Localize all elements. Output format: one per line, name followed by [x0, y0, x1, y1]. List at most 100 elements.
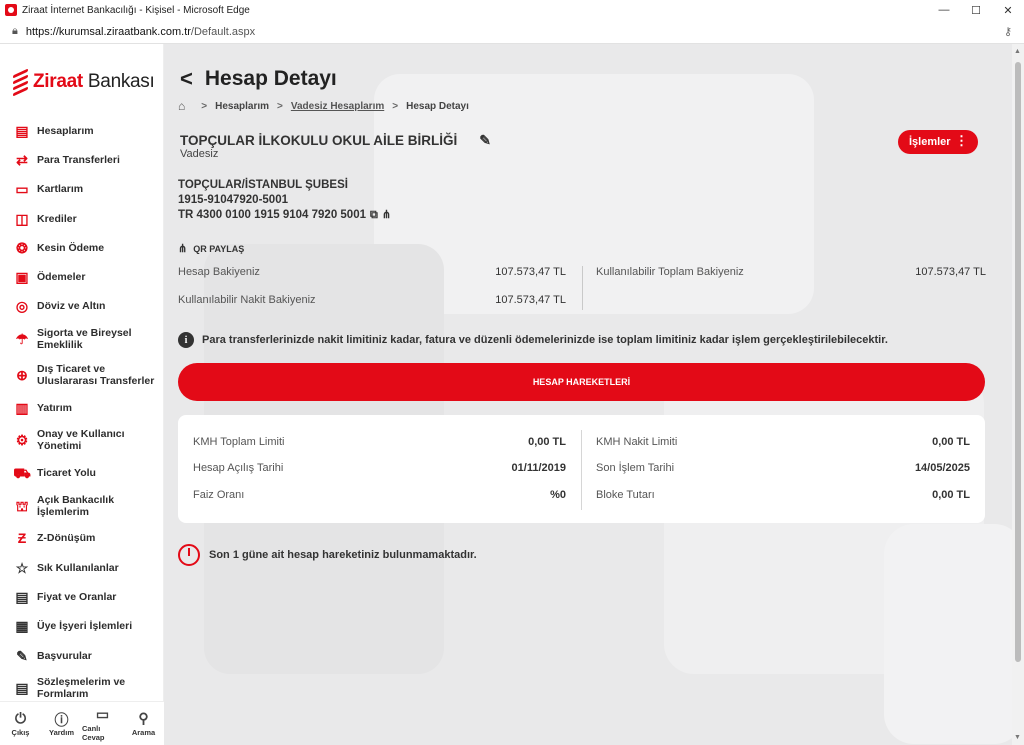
- account-info: TOPÇULAR/İSTANBUL ŞUBESİ 1915-91047920-5…: [178, 178, 391, 223]
- umbrella-icon: ☂: [15, 331, 29, 348]
- kmh-cash-limit-value: 0,00 TL: [932, 436, 970, 448]
- sidebar-item-hesaplarim[interactable]: ▤ Hesaplarım: [0, 116, 163, 145]
- more-vertical-icon: ⋮: [955, 133, 968, 148]
- alert-icon: [178, 544, 200, 566]
- sidebar-item-sigorta[interactable]: ☂ Sigorta ve Bireysel Emeklilik: [0, 321, 163, 357]
- share-icon[interactable]: ⋔: [382, 209, 391, 221]
- help-button[interactable]: ⓘ Yardım: [41, 702, 82, 745]
- sidebar: Ziraat Bankası ▤ Hesaplarım ⇄ Para Transfe…: [0, 44, 164, 745]
- brand-name: Ziraat Bankası: [33, 71, 155, 92]
- sidebar-item-dis-ticaret[interactable]: ⊕ Dış Ticaret ve Uluslararası Transferler: [0, 357, 163, 393]
- page-title: Hesap Detayı: [204, 67, 337, 90]
- edit-icon: ✎: [16, 647, 28, 664]
- card-icon: ▭: [15, 181, 29, 198]
- account-type: Vadesiz: [180, 148, 219, 160]
- account-number: 1915-91047920-5001: [178, 194, 288, 206]
- share-icon: ⋔: [178, 243, 188, 255]
- last-transaction-value: 14/05/2025: [914, 462, 970, 474]
- scroll-up-icon[interactable]: ▲: [1014, 48, 1021, 55]
- sidebar-item-odemeler[interactable]: ▣ Ödemeler: [0, 262, 163, 291]
- globe-icon: ⊕: [16, 367, 28, 384]
- address-bar[interactable]: 🔒︎ https://kurumsal.ziraatbank.com.tr/De…: [0, 20, 1024, 44]
- opening-date-value: 01/11/2019: [511, 462, 566, 474]
- breadcrumb-hesaplarim[interactable]: Hesaplarım: [215, 101, 269, 112]
- account-details-card: KMH Toplam Limiti 0,00 TL Hesap Açılış Ta…: [178, 415, 985, 523]
- lock-icon: 🔒︎: [12, 25, 18, 37]
- scroll-down-icon[interactable]: ▼: [1014, 734, 1021, 741]
- bank-icon: ⛫: [15, 497, 29, 514]
- chat-icon: ▭: [95, 705, 110, 722]
- url-path: /Default.aspx: [190, 25, 256, 38]
- minimize-button[interactable]: —: [928, 0, 960, 20]
- sidebar-item-ticaret-yolu[interactable]: ⛟ Ticaret Yolu: [0, 458, 163, 487]
- account-name: TOPÇULAR İLKOKULU OKUL AİLE BİRLİĞİ ✎: [180, 132, 491, 149]
- star-icon: ☆: [15, 559, 29, 576]
- live-chat-button[interactable]: ▭ Canlı Cevap: [82, 702, 123, 745]
- last-transaction-label: Son İşlem Tarihi: [596, 462, 675, 474]
- info-icon: i: [178, 332, 194, 348]
- sidebar-item-acik-bankacilik[interactable]: ⛫ Açık Bankacılık İşlemlerim: [0, 488, 163, 524]
- document-icon: ▤: [15, 588, 29, 605]
- main-content: < Hesap Detayı ⌂ > Hesaplarım > Vadesiz …: [164, 44, 1012, 745]
- total-balance-label: Kullanılabilir Toplam Bakiyeniz: [596, 266, 744, 278]
- breadcrumb-current: Hesap Detayı: [406, 100, 469, 112]
- ziraat-wheat-logo-icon: [13, 68, 28, 97]
- info-message: i Para transferlerinizde nakit limitiniz…: [178, 332, 888, 348]
- copy-icon[interactable]: ⧉: [370, 209, 378, 221]
- url-domain: https://kurumsal.ziraatbank.com.tr: [25, 25, 191, 38]
- interest-rate-value: %0: [550, 489, 566, 501]
- home-icon[interactable]: ⌂: [178, 99, 185, 113]
- page-header: < Hesap Detayı: [180, 66, 337, 92]
- breadcrumb-vadesiz-hesaplarim[interactable]: Vadesiz Hesaplarım: [291, 101, 384, 112]
- maximize-button[interactable]: ☐: [960, 0, 992, 20]
- sidebar-item-sik-kullanilanlar[interactable]: ☆ Sık Kullanılanlar: [0, 553, 163, 582]
- sidebar-item-doviz-altin[interactable]: ◎ Döviz ve Altın: [0, 292, 163, 321]
- z-icon: Ƶ: [17, 530, 27, 547]
- cart-icon: ⛟: [13, 465, 31, 482]
- account-movements-button[interactable]: HESAP HAREKETLERİ: [178, 363, 985, 401]
- logout-button[interactable]: ⏻ Çıkış: [0, 702, 41, 745]
- contract-icon: ▤: [15, 680, 29, 697]
- sidebar-item-kartlarim[interactable]: ▭ Kartlarım: [0, 175, 163, 204]
- sidebar-item-yatirim[interactable]: ▥ Yatırım: [0, 393, 163, 422]
- chart-icon: ▥: [15, 399, 29, 416]
- kmh-total-limit-label: KMH Toplam Limiti: [193, 436, 285, 448]
- sidebar-item-fiyat-oranlar[interactable]: ▤ Fiyat ve Oranlar: [0, 582, 163, 611]
- search-button[interactable]: ⚲ Arama: [123, 702, 164, 745]
- url-text[interactable]: https://kurumsal.ziraatbank.com.tr/Defau…: [26, 26, 255, 38]
- cash-balance-label: Kullanılabilir Nakit Bakiyeniz: [178, 294, 316, 306]
- gear-icon: ⚙: [15, 432, 29, 449]
- window-title: Ziraat İnternet Bankacılığı - Kişisel - …: [22, 4, 250, 16]
- sidebar-item-krediler[interactable]: ◫ Krediler: [0, 204, 163, 233]
- branch-name: TOPÇULAR/İSTANBUL ŞUBESİ: [178, 179, 348, 191]
- transfer-icon: ⇄: [16, 151, 28, 168]
- back-arrow-icon[interactable]: <: [180, 66, 193, 92]
- sidebar-item-basvurular[interactable]: ✎ Başvurular: [0, 641, 163, 670]
- breadcrumb: ⌂ > Hesaplarım > Vadesiz Hesaplarım > He…: [178, 99, 469, 113]
- balance-summary: Hesap Bakiyeniz 107.573,47 TL Kullanılabi…: [178, 266, 986, 312]
- sidebar-item-onay[interactable]: ⚙ Onay ve Kullanıcı Yönetimi: [0, 422, 163, 458]
- total-balance-value: 107.573,47 TL: [915, 266, 986, 278]
- scrollbar[interactable]: ▲ ▼: [1012, 44, 1024, 745]
- kmh-cash-limit-label: KMH Nakit Limiti: [596, 436, 678, 448]
- power-icon: ⏻: [14, 710, 27, 726]
- no-movement-message: Son 1 güne ait hesap hareketiniz bulunma…: [178, 544, 477, 566]
- window-titlebar: Ziraat İnternet Bankacılığı - Kişisel - …: [0, 0, 1024, 20]
- sidebar-item-uye-isyeri[interactable]: ▦ Üye İşyeri İşlemleri: [0, 612, 163, 641]
- search-icon: ⚲: [138, 710, 149, 726]
- sidebar-item-kesin-odeme[interactable]: ❂ Kesin Ödeme: [0, 233, 163, 262]
- pencil-icon[interactable]: ✎: [479, 132, 491, 149]
- sidebar-item-para-transferleri[interactable]: ⇄ Para Transferleri: [0, 145, 163, 174]
- actions-button[interactable]: İşlemler ⋮: [898, 130, 978, 154]
- sidebar-footer: ⏻ Çıkış ⓘ Yardım ▭ Canlı Cevap ⚲ Arama: [0, 701, 164, 745]
- blocked-amount-value: 0,00 TL: [932, 489, 970, 501]
- key-icon[interactable]: ⚷: [1004, 25, 1012, 38]
- ziraat-logo[interactable]: Ziraat Bankası: [0, 62, 163, 102]
- sidebar-item-z-donusum[interactable]: Ƶ Z-Dönüşüm: [0, 524, 163, 553]
- close-button[interactable]: ✕: [992, 0, 1024, 20]
- book-icon: ▤: [15, 122, 29, 139]
- qr-share-button[interactable]: ⋔ QR PAYLAŞ: [178, 242, 244, 255]
- scrollbar-thumb[interactable]: [1015, 62, 1021, 662]
- building-icon: ▦: [15, 618, 29, 635]
- blocked-amount-label: Bloke Tutarı: [596, 489, 655, 501]
